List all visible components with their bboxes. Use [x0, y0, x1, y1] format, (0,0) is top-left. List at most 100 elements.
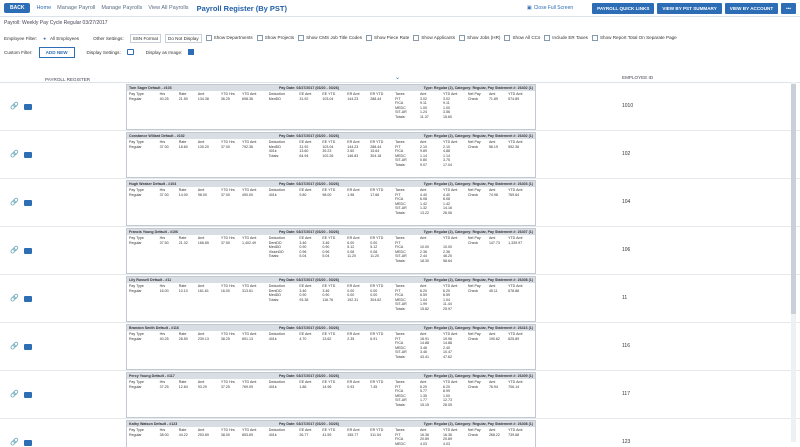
show-jobs-check[interactable]: Show Jobs (HR) — [459, 35, 500, 41]
statement-cell: Pay Type Regular — [129, 284, 144, 293]
statement-cell: Amt 93.29 — [197, 380, 207, 389]
statement-employee: Francis Young Default - #106 — [129, 230, 178, 234]
message-icon[interactable] — [24, 439, 32, 446]
attachment-icon[interactable]: 🔗 — [10, 247, 19, 254]
attachment-icon[interactable]: 🔗 — [10, 151, 19, 158]
people-icon: ● — [43, 35, 46, 41]
statement-cell: Amt 16.36 20.89 4.03 — [420, 428, 430, 446]
statement-cell: Pay Type Regular — [129, 188, 144, 197]
table-row: 🔗 Francis Young Default - #106 Pay Date: 0… — [0, 227, 800, 275]
statement-cell: YTD Amt 313.61 — [241, 284, 257, 293]
statement-cell: Hrs 37.00 — [159, 140, 169, 149]
payroll-quick-links-button[interactable]: PAYROLL QUICK LINKS — [592, 2, 655, 14]
checkbox-icon — [504, 35, 511, 41]
statement-cell: YTD Hrs 38.00 — [220, 428, 235, 437]
statement-cell: Rate 10.10 — [178, 284, 188, 293]
show-piece-rate-check[interactable]: Show Piece Rate — [366, 35, 409, 41]
statement-cell: Amt 76.94 — [488, 380, 498, 389]
statement-cell: Deduction MedDD 401k Totals: — [268, 140, 285, 158]
message-icon[interactable] — [24, 295, 32, 302]
ssn-format-select[interactable]: SSN Format — [129, 33, 162, 43]
statement-cell: YTD Amt 6.20 8.99 1.00 12.73 26.05 — [442, 380, 458, 407]
employee-filter-value[interactable]: All Employees — [50, 36, 79, 41]
statement-cell: EE YTD 3.46 0.90 0.96 5.04 — [322, 236, 336, 259]
statement-cell: YTD Hrs 37.25 — [220, 380, 235, 389]
show-report-total-check[interactable]: Show Report Total On Separate Page — [591, 35, 677, 41]
statement-cell: Taxes FIT FICA MEDC SIT-AR Totals: — [395, 140, 407, 167]
message-icon[interactable] — [24, 343, 32, 350]
statement-type: Type: Regular (2), Category: Regular, Pa… — [423, 374, 533, 378]
statement-cell: Net Pay Check — [467, 428, 481, 437]
message-icon[interactable] — [24, 391, 32, 398]
statement-cell: Amt 98.00 — [197, 188, 207, 197]
row-actions: 🔗 — [0, 131, 45, 178]
statement-cell: Amt 10.00 2.36 2.44 18.30 — [420, 236, 430, 263]
employee-id: 117 — [622, 391, 630, 397]
view-by-pst-summary-button[interactable]: VIEW BY PST SUMMARY — [657, 2, 722, 14]
attachment-icon[interactable]: 🔗 — [10, 439, 19, 446]
pay-statement: Percy Young Default - #117 Pay Date: 03/2… — [126, 372, 536, 418]
edit-icon[interactable] — [126, 49, 134, 55]
statement-pay-date: Pay Date: 03/27/2017 (03/20 - 03/26) — [279, 86, 339, 90]
statement-cell: YTD Amt 853.69 — [241, 428, 257, 437]
scrollbar-thumb[interactable] — [791, 84, 796, 314]
statement-type: Type: Regular (2), Category: Regular, Pa… — [423, 86, 533, 90]
message-icon[interactable] — [24, 247, 32, 254]
display-as-image-checkbox[interactable] — [188, 49, 195, 55]
page-title: Payroll Register (By PST) — [196, 3, 288, 13]
statement-cell: YTD Amt 625.89 — [508, 332, 523, 341]
column-payroll-register[interactable]: PAYROLL REGISTER — [45, 77, 90, 82]
ssn-display-select[interactable]: Do Not Display — [165, 33, 202, 43]
statement-type: Type: Regular (2), Category: Regular, Pa… — [423, 230, 533, 234]
show-projects-check[interactable]: Show Projects — [256, 35, 294, 41]
statement-cell: Pay Type Regular — [129, 380, 144, 389]
statement-cell: YTD Hrs 16.00 — [220, 284, 235, 293]
breadcrumb-view-all-payrolls[interactable]: View All Payrolls — [148, 5, 188, 11]
back-button[interactable]: BACK — [4, 3, 31, 13]
pay-statement: Francis Young Default - #106 Pay Date: 03… — [126, 228, 536, 274]
statement-cell: Taxes FIT FICA MEDC SIT-AR Totals: — [395, 92, 407, 119]
fullscreen-toggle[interactable]: ▣ Close Full Screen — [527, 5, 573, 11]
attachment-icon[interactable]: 🔗 — [10, 199, 19, 206]
employee-id: 104 — [622, 199, 631, 205]
attachment-icon[interactable]: 🔗 — [10, 343, 19, 350]
attachment-icon[interactable]: 🔗 — [10, 103, 19, 110]
message-icon[interactable] — [24, 199, 32, 206]
show-applicants-check[interactable]: Show Applicants — [413, 35, 455, 41]
show-cms-codes-check[interactable]: Show CMS Job Title Codes — [298, 35, 362, 41]
breadcrumb-manage-payroll[interactable]: Manage Payroll — [57, 5, 95, 11]
statement-cell: YTD Amt 574.89 — [508, 92, 523, 101]
checkbox-icon — [544, 35, 551, 41]
statement-cell: Amt 3.02 9.11 1.00 1.24 11.37 — [420, 92, 429, 119]
show-all-ccs-check[interactable]: Show All CCs — [504, 35, 540, 41]
statement-pay-date: Pay Date: 03/27/2017 (03/20 - 03/26) — [279, 326, 339, 330]
scrollbar[interactable] — [791, 82, 796, 442]
view-by-account-button[interactable]: VIEW BY ACCOUNT — [724, 2, 779, 14]
more-options-button[interactable]: ••• — [781, 2, 796, 14]
statement-cell: YTD Amt 592.36 — [508, 140, 523, 149]
statement-cell: EE YTD 98.00 — [322, 188, 336, 197]
breadcrumb-manage-payrolls[interactable]: Manage Payrolls — [101, 5, 142, 11]
statement-cell: Deduction DentDD MedDD Totals: — [268, 284, 285, 302]
statement-cell: YTD Amt 490.00 — [241, 188, 257, 197]
statement-cell: YTD Amt 19.96 14.88 2.40 10.47 47.62 — [442, 332, 458, 359]
collapse-chevron-icon[interactable]: ⌄ — [395, 74, 400, 81]
statement-cell: YTD Hrs 37.00 — [220, 188, 235, 197]
message-icon[interactable] — [24, 103, 32, 110]
statement-cell: YTD Hrs 37.00 — [220, 140, 235, 149]
statement-cell: Amt 130.20 — [197, 140, 209, 149]
statement-cell: EE Amt 1.86 — [299, 380, 312, 389]
column-employee-id[interactable]: EMPLOYEE ID — [622, 75, 653, 80]
statement-cell: Pay Type Regular — [129, 236, 144, 245]
show-departments-check[interactable]: Show Departments — [205, 35, 253, 41]
add-new-filter-button[interactable]: ADD NEW — [38, 46, 75, 58]
statement-cell: EE YTD 103.04 39.23 102.26 — [322, 140, 336, 158]
message-icon[interactable] — [24, 151, 32, 158]
include-er-taxes-check[interactable]: Include ER Taxes — [544, 35, 588, 41]
statement-cell: YTD Amt 769.64 — [508, 188, 523, 197]
fullscreen-label: Close Full Screen — [533, 5, 574, 11]
breadcrumb-home[interactable]: Home — [36, 5, 51, 11]
attachment-icon[interactable]: 🔗 — [10, 295, 19, 302]
attachment-icon[interactable]: 🔗 — [10, 391, 19, 398]
employee-id: 11 — [622, 295, 628, 301]
